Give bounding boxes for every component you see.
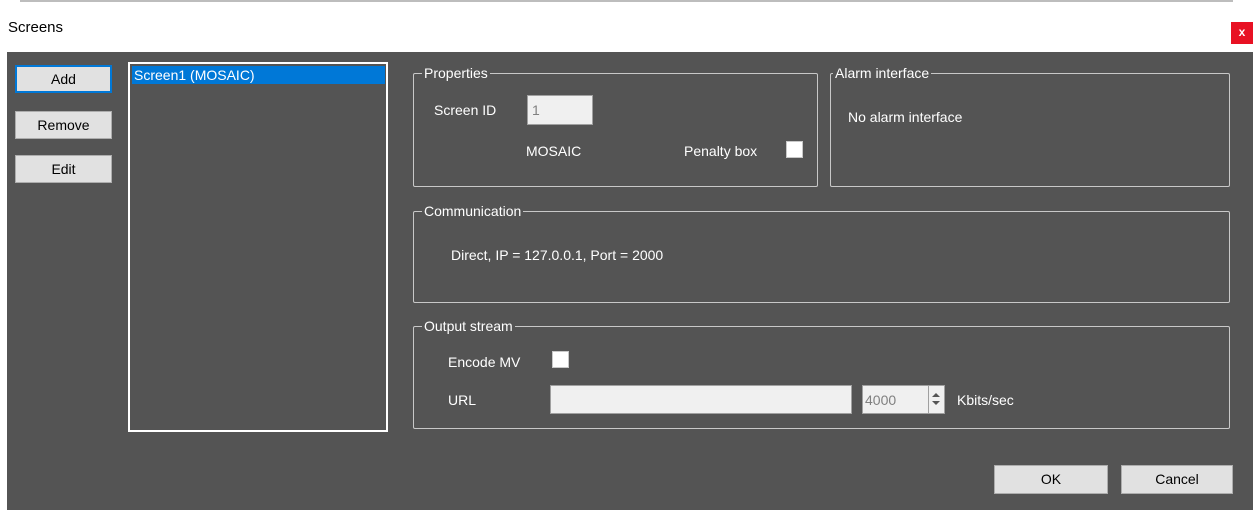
spin-down-icon[interactable] [932,401,940,405]
communication-details: Direct, IP = 127.0.0.1, Port = 2000 [451,247,664,263]
penalty-box-checkbox[interactable] [786,141,803,158]
edit-button[interactable]: Edit [15,155,112,183]
bitrate-value: 4000 [865,392,897,408]
bitrate-spin-arrows[interactable] [928,386,944,413]
ok-button[interactable]: OK [994,465,1108,494]
alarm-interface-status: No alarm interface [848,109,963,125]
bitrate-stepper[interactable]: 4000 [862,385,945,414]
list-item-screen1[interactable]: Screen1 (MOSAIC) [132,66,385,84]
screen-type-label: MOSAIC [526,143,582,159]
encode-mv-label: Encode MV [448,354,521,370]
encode-mv-checkbox[interactable] [552,351,569,368]
add-button[interactable]: Add [15,65,112,93]
alarm-interface-group: Alarm interface No alarm interface [830,64,1230,187]
remove-button[interactable]: Remove [15,111,112,139]
output-stream-legend: Output stream [422,317,515,335]
communication-legend: Communication [422,202,524,220]
url-label: URL [448,392,477,408]
bitrate-unit-label: Kbits/sec [957,392,1014,408]
window-title: Screens [8,19,64,36]
title-bar-border [20,0,1233,2]
spin-up-icon[interactable] [932,393,940,397]
communication-group: Communication Direct, IP = 127.0.0.1, Po… [413,202,1230,303]
screens-list[interactable]: Screen1 (MOSAIC) [128,62,388,432]
screen-id-field[interactable]: 1 [527,95,593,125]
close-button[interactable]: x [1231,22,1253,44]
penalty-box-label: Penalty box [684,143,758,159]
properties-legend: Properties [422,64,490,82]
title-bar: Screens x [0,0,1253,52]
cancel-button[interactable]: Cancel [1121,465,1233,494]
url-input[interactable] [550,385,852,414]
screen-id-label: Screen ID [434,102,497,118]
output-stream-group: Output stream Encode MV URL 4000 Kbits/s… [413,317,1230,429]
properties-group: Properties Screen ID 1 MOSAIC Penalty bo… [413,64,818,187]
alarm-interface-legend: Alarm interface [833,64,932,82]
